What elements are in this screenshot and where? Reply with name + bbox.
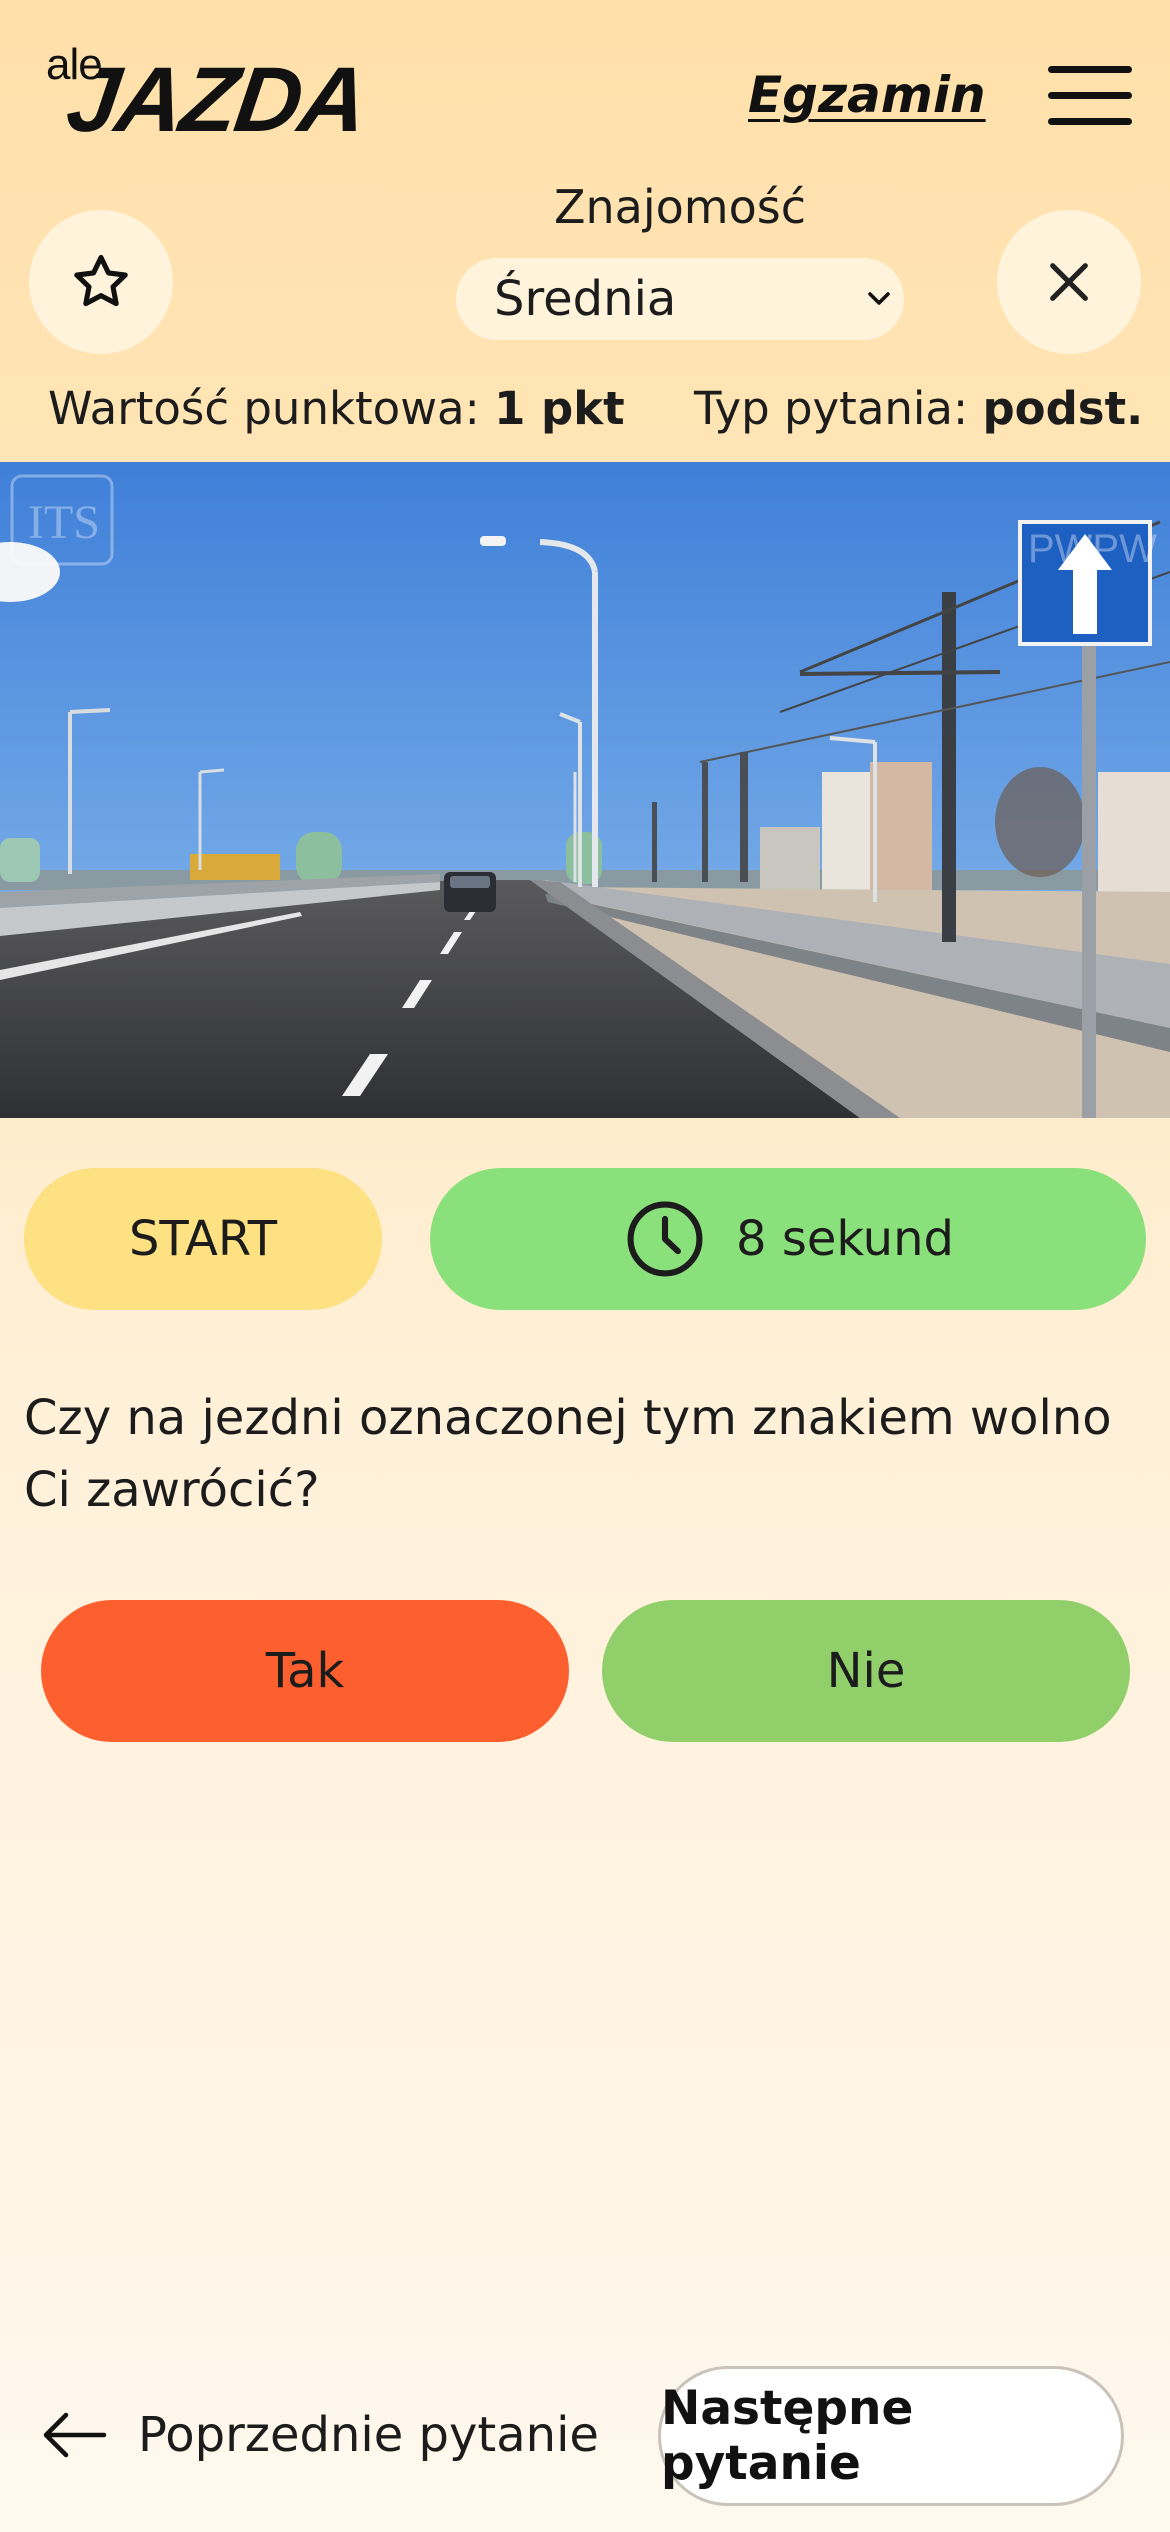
timer-bar: 8 sekund: [430, 1168, 1146, 1310]
logo-wordmark: JAZDA: [60, 49, 372, 151]
app-logo[interactable]: ale JAZDA: [46, 40, 372, 151]
close-icon: [1050, 263, 1088, 301]
hamburger-menu-icon[interactable]: [1048, 66, 1132, 126]
star-icon: [74, 254, 128, 307]
exam-link[interactable]: Egzamin: [748, 66, 986, 124]
question-type-value: podst.: [982, 382, 1144, 435]
previous-question-button[interactable]: Poprzednie pytanie: [40, 2400, 599, 2470]
svg-text:ITS: ITS: [28, 496, 100, 549]
next-question-button[interactable]: Następne pytanie: [658, 2366, 1124, 2506]
answer-no-button[interactable]: Nie: [602, 1600, 1130, 1742]
question-type-label: Typ pytania:: [694, 382, 969, 435]
previous-question-label: Poprzednie pytanie: [138, 2407, 599, 2463]
question-type-info: Typ pytania: podst.: [694, 382, 1143, 435]
chevron-down-icon: [868, 292, 890, 305]
points-label: Wartość punktowa:: [48, 382, 480, 435]
timer-text: 8 sekund: [736, 1211, 954, 1267]
answer-yes-button[interactable]: Tak: [41, 1600, 569, 1742]
arrow-left-icon: [43, 2412, 107, 2458]
question-text: Czy na jezdni oznaczonej tym znakiem wol…: [24, 1390, 1112, 1518]
question-image: ITS PWPW: [0, 462, 1170, 1118]
close-button[interactable]: [997, 210, 1141, 354]
familiarity-select[interactable]: Średnia: [456, 258, 904, 340]
familiarity-label: Znajomość: [554, 180, 806, 234]
clock-icon: [627, 1201, 703, 1277]
familiarity-select-value: Średnia: [494, 271, 677, 327]
favorite-button[interactable]: [29, 210, 173, 354]
points-value: 1 pkt: [494, 382, 625, 435]
svg-text:PWPW: PWPW: [1028, 527, 1157, 571]
points-info: Wartość punktowa: 1 pkt: [48, 382, 625, 435]
start-button[interactable]: START: [24, 1168, 382, 1310]
